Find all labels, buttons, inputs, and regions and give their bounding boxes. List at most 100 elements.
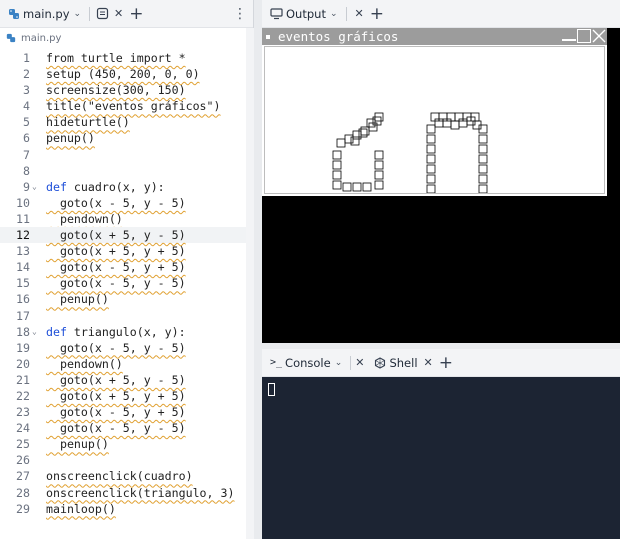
code-line[interactable]: 7 [0,147,246,163]
line-number: 12 [16,228,30,243]
code-line[interactable]: 8 [0,163,246,179]
close-tab-icon[interactable]: ✕ [355,356,364,369]
code-line[interactable]: 28 onscreenclick(triangulo, 3) [0,485,246,501]
code-line[interactable]: 5 hideturtle() [0,114,246,130]
code-tokens: penup() [46,292,109,307]
line-number: 9 [23,179,30,194]
tab-console[interactable]: >_ Console ⌄ [266,352,346,374]
line-number: 27 [16,469,30,484]
close-tab-icon[interactable]: ✕ [424,356,433,369]
code-tokens: title("eventos gráficos") [46,99,221,114]
code-text: screensize(300, 150) [46,82,186,98]
code-tokens: setup (450, 200, 0, 0) [46,67,200,82]
code-line[interactable]: 9 ⌄ def cuadro(x, y): [0,179,246,195]
line-number: 4 [23,99,30,114]
line-number: 14 [16,260,30,275]
code-line[interactable]: 25 penup() [0,436,246,452]
code-line[interactable]: 15 goto(x - 5, y - 5) [0,275,246,291]
code-line[interactable]: 17 [0,308,246,324]
turtle-window: eventos gráficos [262,28,607,196]
code-tokens: goto(x + 5, y - 5) [46,228,186,243]
code-line[interactable]: 20 pendown() [0,356,246,372]
drawn-square [332,150,342,160]
code-line[interactable]: 23 goto(x - 5, y + 5) [0,404,246,420]
code-line[interactable]: 12 goto(x + 5, y - 5) [0,227,246,244]
code-tokens: from turtle import * [46,51,186,65]
code-tokens: goto(x - 5, y + 5) [46,405,186,420]
close-tab-icon[interactable]: ✕ [114,7,123,20]
code-line[interactable]: 1 from turtle import * [0,50,246,66]
code-line[interactable]: 3 screensize(300, 150) [0,82,246,98]
editor-scrollbar[interactable] [246,28,254,539]
console-pane[interactable] [262,377,620,539]
add-tab-icon[interactable]: + [370,5,384,22]
code-line[interactable]: 29 mainloop() [0,501,246,517]
drawn-square [352,130,362,140]
chevron-down-icon[interactable]: ⌄ [335,358,343,368]
line-number: 6 [23,131,30,146]
line-number: 3 [23,83,30,98]
code-line[interactable]: 22 goto(x + 5, y + 5) [0,388,246,404]
chevron-down-icon[interactable]: ⌄ [74,9,82,19]
minimize-icon[interactable] [562,29,576,41]
line-number: 19 [16,340,30,355]
chevron-down-icon[interactable]: ⌄ [330,9,338,19]
code-text: goto(x - 5, y - 5) [46,275,186,291]
code-line[interactable]: 11 pendown() [0,211,246,227]
code-tokens: pendown() [46,356,123,371]
code-line[interactable]: 18 ⌄ def triangulo(x, y): [0,324,246,340]
file-outline-icon[interactable] [94,6,110,22]
code-text: penup() [46,436,109,452]
code-tokens: penup() [46,131,95,146]
turtle-window-title: eventos gráficos [278,29,399,44]
code-line[interactable]: 24 goto(x - 5, y - 5) [0,420,246,436]
fold-chevron-icon[interactable]: ⌄ [32,324,37,340]
code-tokens: mainloop() [46,501,116,516]
line-number: 29 [16,501,30,516]
output-pane: eventos gráficos [262,28,620,343]
python-file-icon [6,33,16,43]
drawn-square [362,182,372,192]
turtle-canvas[interactable] [264,46,605,194]
code-text: goto(x - 5, y - 5) [46,195,186,211]
code-line[interactable]: 4 title("eventos gráficos") [0,98,246,114]
line-number: 15 [16,276,30,291]
code-line[interactable]: 26 [0,452,246,468]
code-text: goto(x + 5, y + 5) [46,243,186,259]
tab-shell[interactable]: Shell [370,352,421,374]
tab-main-py[interactable]: main.py ⌄ [4,3,85,25]
code-line[interactable]: 27 onscreenclick(cuadro) [0,468,246,484]
tab-output[interactable]: Output ⌄ [266,3,342,25]
code-text: hideturtle() [46,114,130,130]
code-line[interactable]: 19 goto(x - 5, y - 5) [0,340,246,356]
code-line[interactable]: 21 goto(x + 5, y - 5) [0,372,246,388]
code-text: goto(x - 5, y - 5) [46,340,186,356]
line-number: 1 [23,51,30,65]
line-number: 7 [23,147,30,162]
code-tokens: goto(x - 5, y + 5) [46,260,186,275]
code-tokens: hideturtle() [46,115,130,130]
maximize-icon[interactable] [577,29,591,43]
add-tab-icon[interactable]: + [129,5,143,22]
turtle-drawing [332,112,488,194]
drawn-square [332,170,342,180]
code-line[interactable]: 14 goto(x - 5, y + 5) [0,259,246,275]
panel-splitter[interactable] [254,0,262,539]
code-area[interactable]: 1 from turtle import * 2 setup (450, 200, 0… [0,50,246,517]
add-tab-icon[interactable]: + [439,354,453,371]
code-text: penup() [46,291,109,307]
code-line[interactable]: 13 goto(x + 5, y + 5) [0,243,246,259]
code-line[interactable]: 16 penup() [0,291,246,307]
window-menu-icon[interactable] [266,34,270,39]
fold-chevron-icon[interactable]: ⌄ [32,179,37,195]
code-line[interactable]: 10 goto(x - 5, y - 5) [0,195,246,211]
breadcrumb-file[interactable]: main.py [21,33,61,44]
code-line[interactable]: 6 penup() [0,130,246,146]
more-options-icon[interactable]: ⋮ [233,6,247,22]
line-number: 26 [16,453,30,468]
code-line[interactable]: 2 setup (450, 200, 0, 0) [0,66,246,82]
close-icon[interactable] [592,29,606,43]
close-tab-icon[interactable]: ✕ [355,7,364,20]
drawn-square [426,134,436,144]
drawn-square [350,136,360,146]
